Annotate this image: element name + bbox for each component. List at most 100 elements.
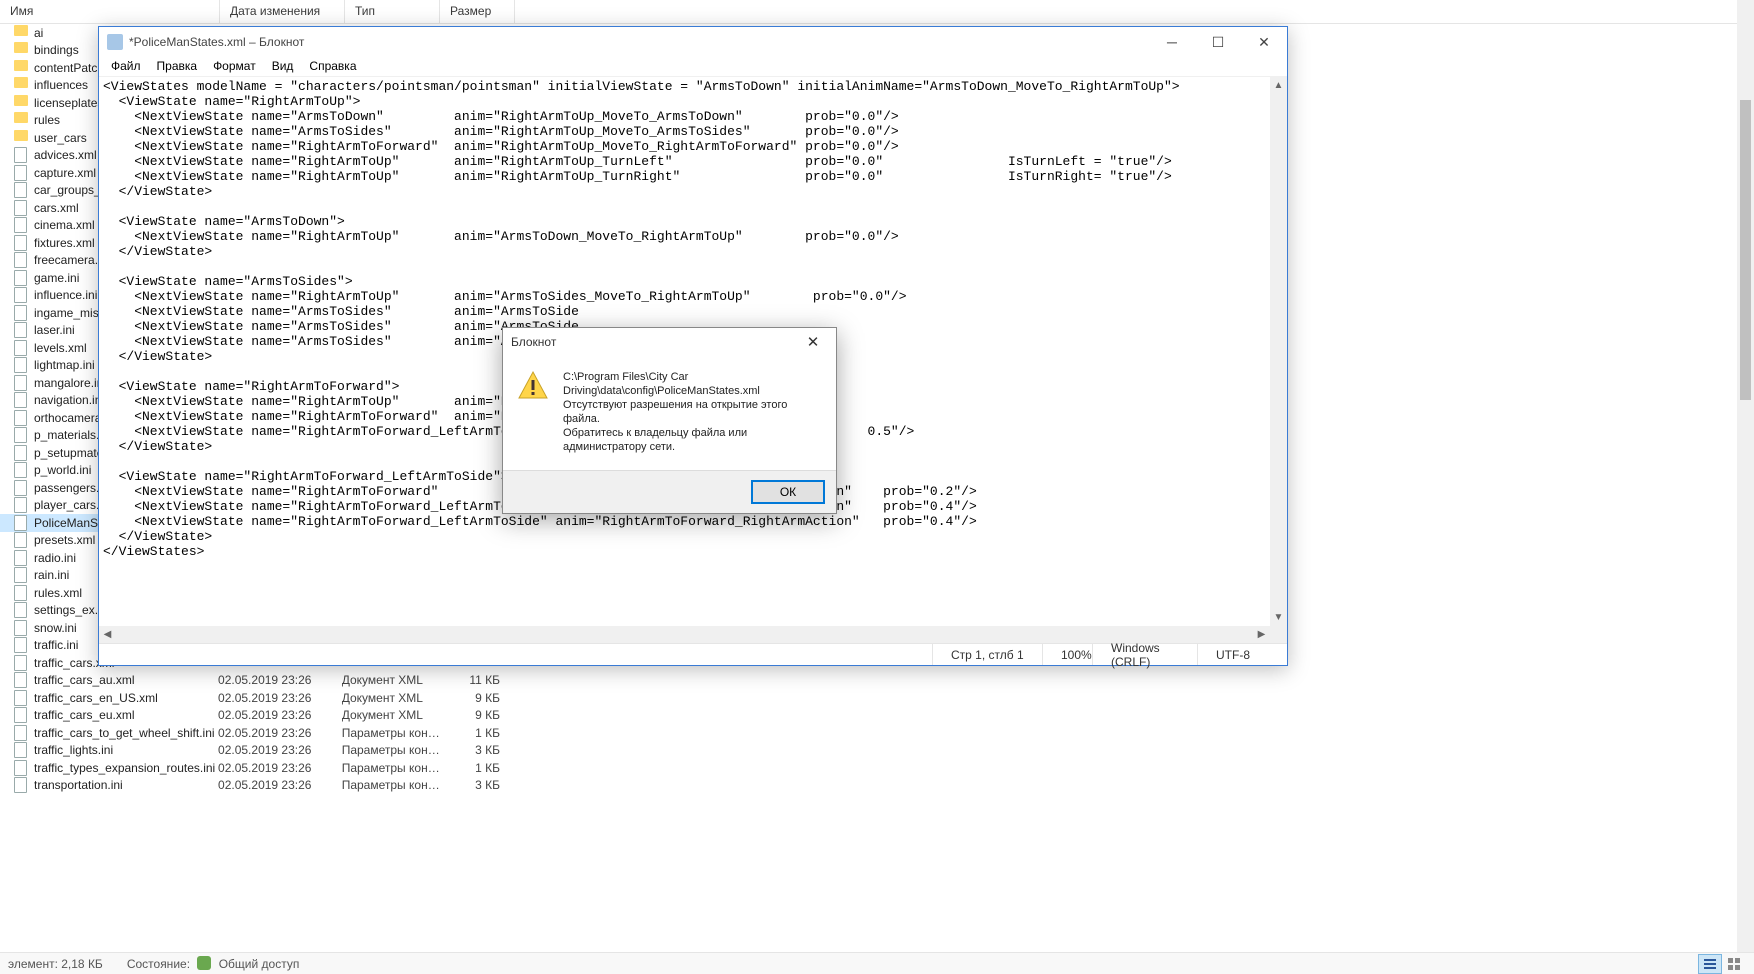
file-type: Документ XML: [342, 691, 446, 705]
file-name: traffic_types_expansion_routes.ini: [34, 761, 218, 775]
file-name: traffic_cars_en_US.xml: [34, 691, 218, 705]
explorer-scrollbar[interactable]: [1737, 0, 1754, 952]
file-icon: [14, 340, 30, 356]
menu-view[interactable]: Вид: [264, 57, 302, 76]
dialog-titlebar[interactable]: Блокнот ✕: [503, 328, 836, 356]
menu-help[interactable]: Справка: [301, 57, 364, 76]
file-icon: [14, 270, 30, 286]
warning-icon: [517, 370, 549, 402]
file-date: 02.05.2019 23:26: [218, 708, 342, 722]
notepad-menu: Файл Правка Формат Вид Справка: [99, 57, 1287, 77]
error-dialog: Блокнот ✕ C:\Program Files\City Car Driv…: [502, 327, 837, 514]
notepad-titlebar[interactable]: *PoliceManStates.xml – Блокнот ─ ☐ ✕: [99, 27, 1287, 57]
close-button[interactable]: ✕: [1241, 27, 1287, 57]
file-date: 02.05.2019 23:26: [218, 778, 342, 792]
file-icon: [14, 217, 30, 233]
file-type: Документ XML: [342, 708, 446, 722]
file-type: Параметры конф...: [342, 761, 446, 775]
menu-file[interactable]: Файл: [103, 57, 149, 76]
notepad-status-bar: Стр 1, стлб 1 100% Windows (CRLF) UTF-8: [99, 643, 1287, 665]
file-icon: [14, 620, 30, 636]
file-icon: [14, 497, 30, 513]
dialog-line3: Отсутствуют разрешения на открытие этого…: [563, 398, 824, 426]
file-size: 3 КБ: [446, 743, 500, 757]
folder-icon: [14, 112, 30, 128]
file-icon: [14, 462, 30, 478]
status-cursor-pos: Стр 1, стлб 1: [932, 644, 1042, 665]
dialog-close-button[interactable]: ✕: [798, 329, 828, 355]
file-name: traffic_cars_au.xml: [34, 673, 218, 687]
file-icon: [14, 760, 30, 776]
col-date[interactable]: Дата изменения: [220, 0, 345, 23]
status-encoding: UTF-8: [1197, 644, 1287, 665]
scroll-right-icon[interactable]: ▶: [1253, 626, 1270, 643]
folder-icon: [14, 60, 30, 76]
file-icon: [14, 672, 30, 688]
dialog-body: C:\Program Files\City Car Driving\data\c…: [503, 356, 836, 470]
file-type: Параметры конф...: [342, 743, 446, 757]
scroll-corner: [1270, 626, 1287, 643]
menu-edit[interactable]: Правка: [149, 57, 206, 76]
file-date: 02.05.2019 23:26: [218, 726, 342, 740]
file-size: 9 КБ: [446, 708, 500, 722]
col-size[interactable]: Размер: [440, 0, 515, 23]
notepad-scrollbar-vertical[interactable]: ▲ ▼: [1270, 77, 1287, 626]
file-row[interactable]: traffic_cars_en_US.xml02.05.2019 23:26До…: [0, 689, 500, 707]
file-icon: [14, 602, 30, 618]
menu-format[interactable]: Формат: [205, 57, 264, 76]
scroll-left-icon[interactable]: ◀: [99, 626, 116, 643]
view-details-icon[interactable]: [1698, 954, 1722, 974]
status-state: Состояние: Общий доступ: [127, 956, 300, 971]
dialog-button-row: ОК: [503, 470, 836, 513]
file-row[interactable]: traffic_types_expansion_routes.ini02.05.…: [0, 759, 500, 777]
folder-icon: [14, 130, 30, 146]
file-date: 02.05.2019 23:26: [218, 673, 342, 687]
file-name: traffic_cars_eu.xml: [34, 708, 218, 722]
file-name: transportation.ini: [34, 778, 218, 792]
col-type[interactable]: Тип: [345, 0, 440, 23]
notepad-scrollbar-horizontal[interactable]: ◀ ▶: [99, 626, 1287, 643]
file-type: Документ XML: [342, 673, 446, 687]
file-date: 02.05.2019 23:26: [218, 761, 342, 775]
file-row[interactable]: transportation.ini02.05.2019 23:26Параме…: [0, 777, 500, 795]
minimize-button[interactable]: ─: [1149, 27, 1195, 57]
file-icon: [14, 690, 30, 706]
scroll-down-icon[interactable]: ▼: [1270, 609, 1287, 626]
file-icon: [14, 200, 30, 216]
shared-icon: [197, 956, 211, 970]
file-date: 02.05.2019 23:26: [218, 691, 342, 705]
folder-icon: [14, 25, 30, 41]
file-name: traffic_lights.ini: [34, 743, 218, 757]
file-icon: [14, 707, 30, 723]
status-element-size: элемент: 2,18 КБ: [8, 957, 103, 971]
file-size: 11 КБ: [446, 673, 500, 687]
dialog-ok-button[interactable]: ОК: [752, 481, 824, 503]
file-date: 02.05.2019 23:26: [218, 743, 342, 757]
file-icon: [14, 357, 30, 373]
file-icon: [14, 515, 30, 531]
file-row[interactable]: traffic_lights.ini02.05.2019 23:26Параме…: [0, 742, 500, 760]
file-type: Параметры конф...: [342, 726, 446, 740]
file-row[interactable]: traffic_cars_eu.xml02.05.2019 23:26Докум…: [0, 707, 500, 725]
scroll-up-icon[interactable]: ▲: [1270, 77, 1287, 94]
dialog-line1: C:\Program Files\City Car: [563, 370, 824, 384]
file-type: Параметры конф...: [342, 778, 446, 792]
file-icon: [14, 567, 30, 583]
file-icon: [14, 287, 30, 303]
folder-icon: [14, 77, 30, 93]
file-row[interactable]: traffic_cars_to_get_wheel_shift.ini02.05…: [0, 724, 500, 742]
status-shared-label: Общий доступ: [219, 957, 300, 971]
folder-icon: [14, 95, 30, 111]
dialog-title-text: Блокнот: [511, 335, 798, 349]
file-row[interactable]: traffic_cars_au.xml02.05.2019 23:26Докум…: [0, 672, 500, 690]
status-zoom: 100%: [1042, 644, 1092, 665]
scrollbar-thumb[interactable]: [1740, 100, 1751, 400]
file-icon: [14, 252, 30, 268]
view-large-icons-icon[interactable]: [1722, 954, 1746, 974]
file-icon: [14, 445, 30, 461]
status-state-label: Состояние:: [127, 957, 190, 971]
col-name[interactable]: Имя: [0, 0, 220, 23]
notepad-title: *PoliceManStates.xml – Блокнот: [129, 35, 1149, 49]
maximize-button[interactable]: ☐: [1195, 27, 1241, 57]
file-icon: [14, 427, 30, 443]
